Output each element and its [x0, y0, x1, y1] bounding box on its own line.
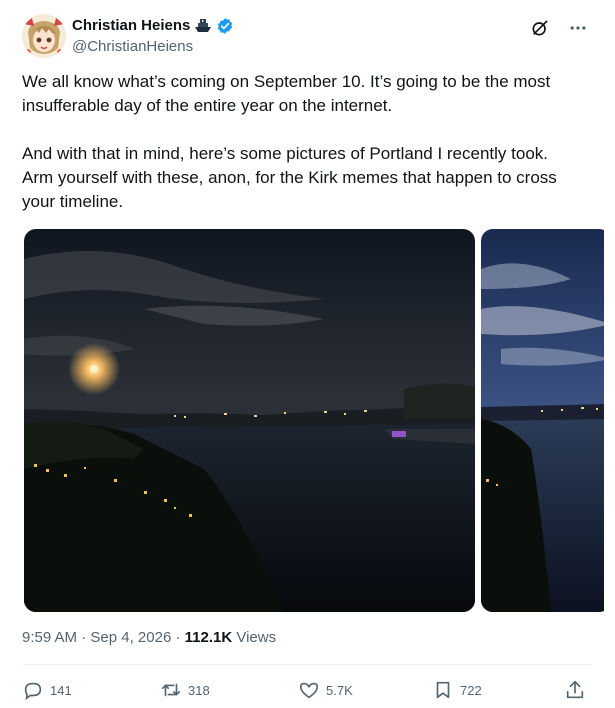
views-label: Views: [236, 629, 277, 646]
views-count: 112.1K: [184, 629, 233, 646]
tweet-text: We all know what’s coming on September 1…: [22, 72, 557, 211]
reply-count: 141: [50, 682, 72, 698]
share-icon: [564, 679, 586, 701]
verified-badge-icon: [216, 17, 234, 35]
bookmark-button[interactable]: 722: [432, 676, 482, 704]
divider: [22, 664, 592, 665]
heart-icon: [298, 679, 320, 701]
photo-portland-night-1[interactable]: [24, 229, 475, 612]
bookmark-count: 722: [460, 682, 482, 698]
reply-button[interactable]: 141: [22, 676, 72, 704]
author-block: Christian Heiens @ChristianHeiens: [72, 16, 234, 57]
like-button[interactable]: 5.7K: [298, 676, 353, 704]
tweet-header: Christian Heiens @ChristianHeiens: [22, 14, 600, 58]
bookmark-icon: [432, 679, 454, 701]
avatar[interactable]: [22, 14, 66, 58]
photo-portland-night-2[interactable]: [481, 229, 604, 612]
tweet-date[interactable]: Sep 4, 2026: [90, 629, 171, 646]
like-count: 5.7K: [326, 682, 353, 698]
tweet-time[interactable]: 9:59 AM: [22, 629, 77, 646]
meta-separator: ·: [81, 629, 87, 646]
media-gallery: [24, 229, 604, 612]
more-options-icon[interactable]: [568, 18, 588, 38]
tweet-meta: 9:59 AM · Sep 4, 2026 · 112.1K Views: [22, 628, 276, 648]
handle[interactable]: @ChristianHeiens: [72, 37, 234, 57]
repost-button[interactable]: 318: [160, 676, 210, 704]
share-button[interactable]: [564, 676, 586, 704]
ship-emoji-icon: [194, 18, 212, 34]
meta-separator-2: ·: [175, 629, 181, 646]
repost-icon: [160, 679, 182, 701]
grok-icon[interactable]: [530, 18, 550, 38]
action-bar: 141 318 5.7K 722: [22, 676, 592, 704]
reply-icon: [22, 679, 44, 701]
repost-count: 318: [188, 682, 210, 698]
display-name[interactable]: Christian Heiens: [72, 16, 190, 36]
